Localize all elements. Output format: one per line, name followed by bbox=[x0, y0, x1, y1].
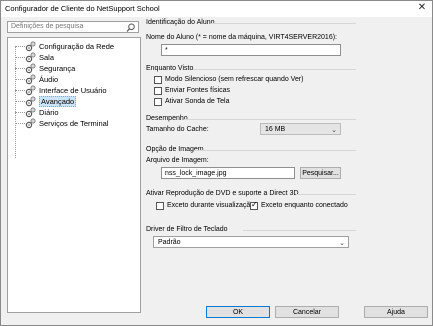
student-name-input[interactable]: * bbox=[161, 44, 341, 56]
checkbox-label[interactable]: Modo Silencioso (sem refrescar quando Ve… bbox=[165, 76, 304, 83]
help-button[interactable]: Ajuda bbox=[364, 306, 428, 318]
checkbox[interactable] bbox=[154, 76, 162, 84]
tree-item-label: Áudio bbox=[39, 75, 59, 84]
tree-connector bbox=[15, 46, 25, 47]
browse-button[interactable]: Pesquisar... bbox=[300, 167, 341, 179]
tree-item[interactable]: Áudio bbox=[11, 74, 140, 85]
tree-connector bbox=[15, 68, 25, 69]
image-file-label: Arquivo de Imagem: bbox=[146, 157, 209, 164]
keyboard-divider bbox=[243, 230, 356, 231]
tree-item-label: Serviços de Terminal bbox=[39, 119, 109, 128]
gear-icon bbox=[25, 41, 36, 52]
image-file-input[interactable]: nss_lock_image.jpg bbox=[161, 167, 295, 179]
student-name-label: Nome do Aluno (* = nome da máquina, VIRT… bbox=[146, 34, 337, 41]
tree-item[interactable]: Interface de Usuário bbox=[11, 85, 140, 96]
checkbox[interactable] bbox=[250, 200, 258, 210]
settings-tree: Configuração da Rede Sala Segurança Áudio In… bbox=[7, 37, 141, 313]
tree-item-label: Interface de Usuário bbox=[39, 86, 107, 95]
tree-item-label: Diário bbox=[39, 108, 59, 117]
search-input[interactable]: Definições de pesquisa bbox=[7, 21, 139, 33]
ident-section-title: Identificação do Aluno bbox=[146, 19, 215, 26]
checkbox-label[interactable]: Exceto durante visualização bbox=[167, 202, 254, 209]
checkbox-label[interactable]: Enviar Fontes físicas bbox=[165, 87, 230, 94]
gear-icon bbox=[25, 107, 36, 118]
dialog-window: Configurador de Cliente do NetSupport Sc… bbox=[0, 0, 433, 326]
tree-connector bbox=[15, 57, 25, 58]
gear-icon bbox=[25, 74, 36, 85]
tree-item-label: Sala bbox=[39, 53, 55, 62]
dvd-section-title: Ativar Reprodução de DVD e suporte a Dir… bbox=[146, 190, 299, 197]
cache-size-select[interactable]: 16 MB ⌄ bbox=[260, 123, 341, 135]
tree-item[interactable]: Configuração da Rede bbox=[11, 41, 140, 52]
view-section-title: Enquanto Visto bbox=[146, 65, 194, 72]
tree-connector bbox=[15, 123, 25, 124]
ident-divider bbox=[211, 23, 356, 24]
checkbox-label[interactable]: Exceto enquanto conectado bbox=[261, 202, 348, 209]
ok-button[interactable]: OK bbox=[206, 306, 270, 318]
tree-item[interactable]: Diário bbox=[11, 107, 140, 118]
checkbox-label[interactable]: Ativar Sonda de Tela bbox=[165, 98, 229, 105]
keyboard-filter-value: Padrão bbox=[158, 239, 181, 246]
cancel-button[interactable]: Cancelar bbox=[275, 306, 339, 318]
tree-item-label: Configuração da Rede bbox=[39, 42, 115, 51]
checkbox[interactable] bbox=[154, 98, 162, 106]
perf-divider bbox=[184, 119, 356, 120]
cache-size-label: Tamanho do Cache: bbox=[146, 126, 209, 133]
image-divider bbox=[194, 150, 356, 151]
keyboard-filter-select[interactable]: Padrão ⌄ bbox=[153, 236, 349, 248]
dvd-divider bbox=[296, 194, 356, 195]
chevron-down-icon: ⌄ bbox=[331, 126, 337, 134]
gear-icon bbox=[25, 96, 36, 107]
close-icon[interactable]: ✕ bbox=[416, 2, 428, 13]
tree-item[interactable]: Sala bbox=[11, 52, 140, 63]
view-divider bbox=[193, 69, 356, 70]
perf-section-title: Desempenho bbox=[146, 115, 188, 122]
gear-icon bbox=[25, 63, 36, 74]
tree-item-label: Segurança bbox=[39, 64, 76, 73]
tree-item[interactable]: Segurança bbox=[11, 63, 140, 74]
checkbox[interactable] bbox=[154, 87, 162, 95]
tree-connector bbox=[15, 101, 25, 102]
keyboard-section-title: Driver de Filtro de Teclado bbox=[146, 226, 228, 233]
tree-item[interactable]: Avançado bbox=[11, 96, 140, 107]
gear-icon bbox=[25, 85, 36, 96]
tree-connector bbox=[15, 112, 25, 113]
cache-size-value: 16 MB bbox=[265, 126, 286, 133]
search-icon[interactable] bbox=[126, 23, 136, 32]
chevron-down-icon: ⌄ bbox=[339, 239, 345, 247]
title-bar: Configurador de Cliente do NetSupport Sc… bbox=[1, 1, 432, 17]
tree-connector bbox=[15, 90, 25, 91]
tree-item[interactable]: Serviços de Terminal bbox=[11, 118, 140, 129]
gear-icon bbox=[25, 52, 36, 63]
tree-item-label: Avançado bbox=[39, 96, 77, 107]
search-placeholder: Definições de pesquisa bbox=[11, 23, 84, 30]
checkbox[interactable] bbox=[156, 202, 164, 210]
window-title: Configurador de Cliente do NetSupport Sc… bbox=[5, 4, 160, 13]
gear-icon bbox=[25, 118, 36, 129]
tree-connector bbox=[15, 79, 25, 80]
